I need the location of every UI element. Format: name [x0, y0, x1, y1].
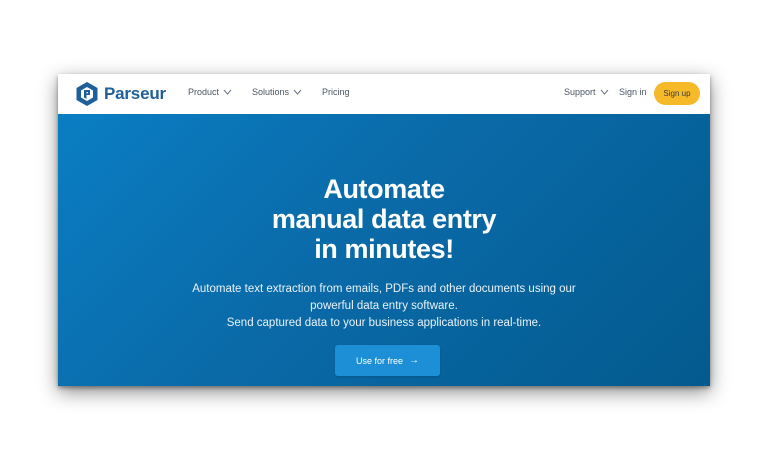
- browser-page-frame: Parseur Product Solutions Pricing Suppor…: [58, 74, 710, 386]
- nav-item-product[interactable]: Product: [188, 87, 232, 97]
- use-for-free-button[interactable]: Use for free →: [335, 345, 440, 376]
- nav-item-pricing[interactable]: Pricing: [322, 87, 350, 97]
- parseur-logo-icon: [76, 82, 98, 106]
- nav-item-solutions[interactable]: Solutions: [252, 87, 302, 97]
- brand-name: Parseur: [104, 84, 166, 103]
- nav-item-label: Solutions: [252, 87, 290, 97]
- chevron-down-icon: [600, 89, 608, 95]
- chevron-down-icon: [293, 89, 302, 95]
- subtext-line: Automate text extraction from emails, PD…: [192, 283, 576, 295]
- hero-headline: Automate manual data entry in minutes!: [58, 174, 710, 264]
- nav-item-label: Pricing: [322, 87, 350, 97]
- headline-line: manual data entry: [271, 204, 497, 234]
- headline-line: Automate: [323, 174, 445, 204]
- signin-link[interactable]: Sign in: [619, 87, 647, 97]
- chevron-down-icon: [223, 89, 232, 95]
- arrow-right-icon: →: [409, 355, 420, 366]
- signup-button[interactable]: Sign up: [654, 82, 700, 105]
- nav-item-support[interactable]: Support: [564, 87, 609, 97]
- nav-item-label: Product: [188, 87, 220, 97]
- hero-section: Automate manual data entry in minutes! A…: [58, 114, 710, 386]
- signin-label: Sign in: [619, 87, 647, 97]
- subtext-line: powerful data entry software.: [310, 300, 458, 312]
- parseur-logo[interactable]: Parseur: [76, 82, 166, 106]
- top-navbar: Parseur Product Solutions Pricing Suppor…: [58, 74, 710, 114]
- subtext-line: Send captured data to your business appl…: [226, 317, 542, 329]
- nav-item-label: Support: [564, 87, 596, 97]
- cta-label: Use for free: [355, 355, 404, 366]
- headline-line: in minutes!: [314, 234, 454, 264]
- hero-subtext: Automate text extraction from emails, PD…: [58, 281, 710, 332]
